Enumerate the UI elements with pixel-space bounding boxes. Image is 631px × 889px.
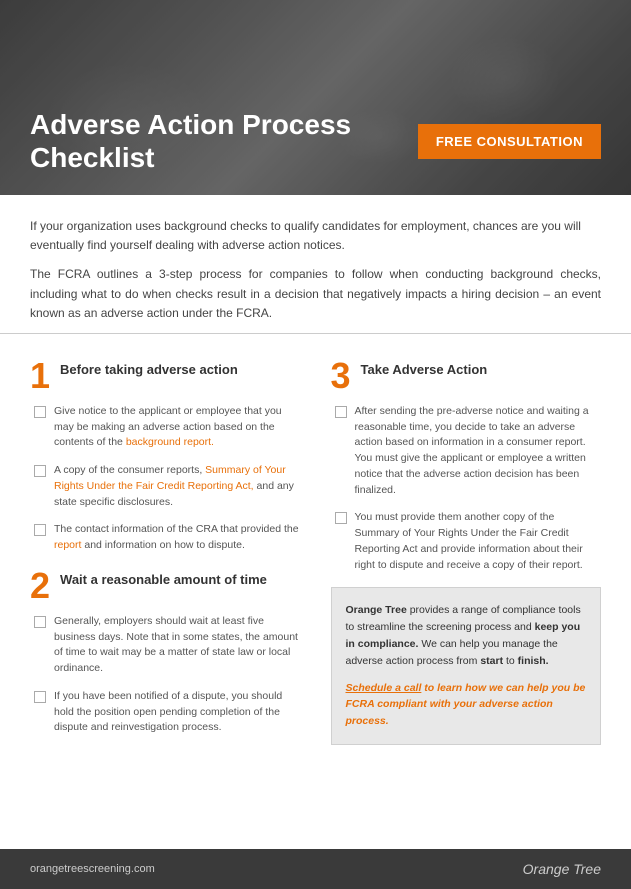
step2-item-2: If you have been notified of a dispute, … — [30, 689, 301, 736]
info-box-cta: Schedule a call to learn how we can help… — [346, 680, 587, 730]
step1-title: Before taking adverse action — [60, 358, 238, 379]
checkbox-7[interactable] — [335, 512, 347, 524]
checkbox-2[interactable] — [34, 465, 46, 477]
step3-item-1: After sending the pre-adverse notice and… — [331, 404, 602, 499]
step3-title: Take Adverse Action — [361, 358, 488, 379]
step3-text-2: You must provide them another copy of th… — [355, 510, 602, 573]
checkbox-4[interactable] — [34, 616, 46, 628]
step3-number: 3 — [331, 358, 351, 394]
intro-paragraph-2: The FCRA outlines a 3-step process for c… — [30, 265, 601, 323]
intro-paragraph-1: If your organization uses background che… — [30, 217, 601, 255]
step3-header: 3 Take Adverse Action — [331, 358, 602, 394]
step1-number: 1 — [30, 358, 50, 394]
step2-text-2: If you have been notified of a dispute, … — [54, 689, 301, 736]
step2-number: 2 — [30, 568, 50, 604]
step1-text-3: The contact information of the CRA that … — [54, 522, 301, 554]
info-box: Orange Tree provides a range of complian… — [331, 587, 602, 745]
step1-item-3: The contact information of the CRA that … — [30, 522, 301, 554]
step1-text-2: A copy of the consumer reports, Summary … — [54, 463, 301, 510]
step3-item-2: You must provide them another copy of th… — [331, 510, 602, 573]
step2-item-1: Generally, employers should wait at leas… — [30, 614, 301, 677]
info-box-text: Orange Tree provides a range of complian… — [346, 602, 587, 669]
page-title: Adverse Action Process Checklist — [30, 108, 410, 175]
header: Adverse Action Process Checklist FREE CO… — [0, 0, 631, 195]
free-consultation-button[interactable]: FREE CONSULTATION — [418, 124, 601, 159]
step1-item-2: A copy of the consumer reports, Summary … — [30, 463, 301, 510]
right-column: 3 Take Adverse Action After sending the … — [321, 354, 602, 839]
page: Adverse Action Process Checklist FREE CO… — [0, 0, 631, 889]
intro-section: If your organization uses background che… — [0, 195, 631, 334]
main-content: 1 Before taking adverse action Give noti… — [0, 334, 631, 849]
checkbox-1[interactable] — [34, 406, 46, 418]
step1-header: 1 Before taking adverse action — [30, 358, 301, 394]
step2-text-1: Generally, employers should wait at leas… — [54, 614, 301, 677]
checkbox-5[interactable] — [34, 691, 46, 703]
step3-text-1: After sending the pre-adverse notice and… — [355, 404, 602, 499]
step2-title: Wait a reasonable amount of time — [60, 568, 267, 589]
header-content: Adverse Action Process Checklist FREE CO… — [30, 108, 601, 175]
schedule-call-link[interactable]: Schedule a call — [346, 682, 422, 694]
checkbox-6[interactable] — [335, 406, 347, 418]
step2-header: 2 Wait a reasonable amount of time — [30, 568, 301, 604]
left-column: 1 Before taking adverse action Give noti… — [30, 354, 321, 839]
footer-website: orangetreescreening.com — [30, 863, 155, 875]
step1-text-1: Give notice to the applicant or employee… — [54, 404, 301, 451]
step1-item-1: Give notice to the applicant or employee… — [30, 404, 301, 451]
footer-logo: Orange Tree — [523, 861, 601, 877]
checkbox-3[interactable] — [34, 524, 46, 536]
footer: orangetreescreening.com Orange Tree — [0, 849, 631, 889]
